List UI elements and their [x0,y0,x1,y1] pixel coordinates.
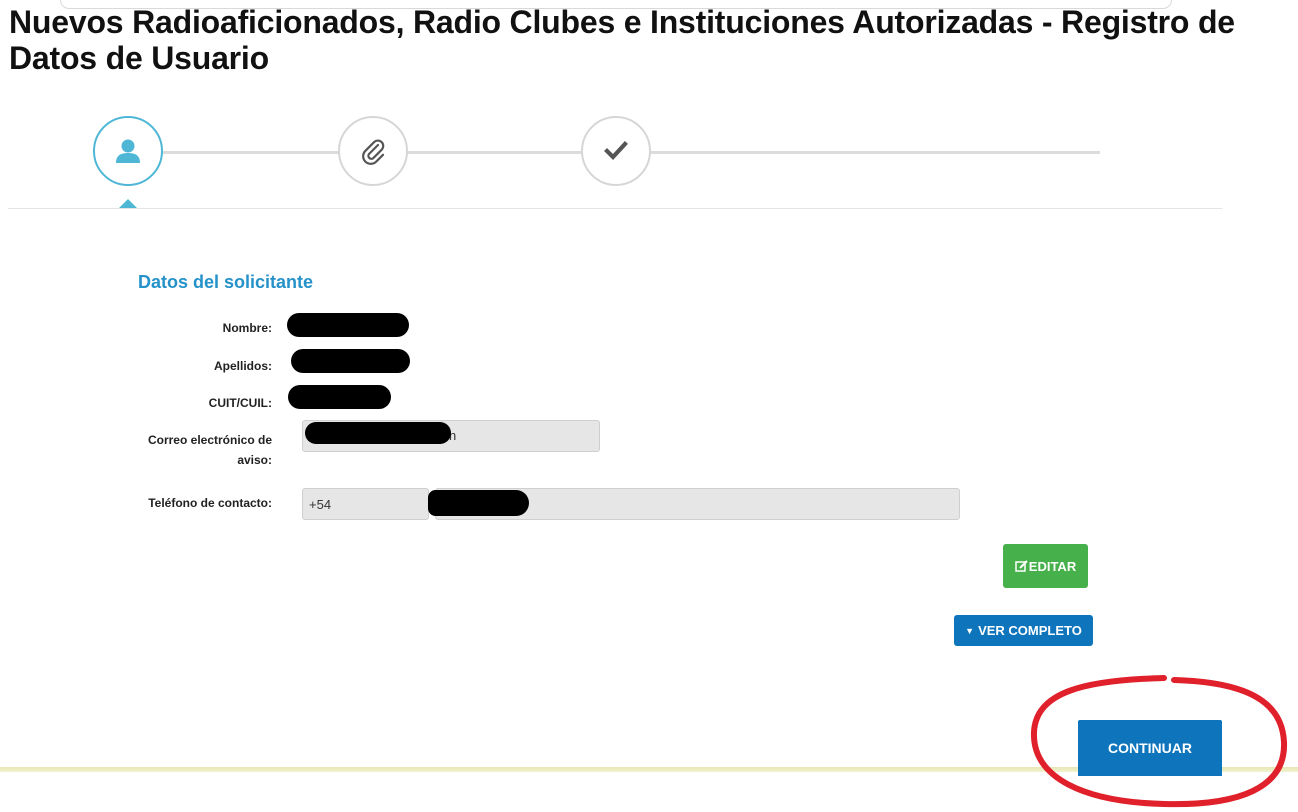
continue-button[interactable]: CONTINUAR [1078,720,1222,776]
page-title: Nuevos Radioaficionados, Radio Clubes e … [9,4,1235,76]
redacted-cuit [288,385,391,409]
label-cuit: CUIT/CUIL: [208,396,272,410]
step-user[interactable] [93,116,163,186]
steps-divider [8,208,1222,209]
label-correo-line2: aviso: [237,453,272,467]
view-full-button[interactable]: ▼ VER COMPLETO [954,615,1093,646]
edit-icon [1015,559,1028,572]
redacted-phone [428,490,529,516]
check-icon [604,141,628,161]
redacted-nombre [287,313,409,337]
redacted-apellidos [291,349,410,373]
label-correo-line1: Correo electrónico de [147,433,272,447]
phone-prefix-field[interactable] [302,488,429,520]
step-confirm[interactable] [581,116,651,186]
paperclip-icon [362,139,385,165]
label-telefono: Teléfono de contacto: [148,496,272,510]
section-title: Datos del solicitante [138,272,314,292]
step-attachments[interactable] [338,116,408,186]
edit-button[interactable]: EDITAR [1003,544,1088,588]
redacted-email [305,422,451,444]
caret-down-icon: ▼ [965,625,975,636]
label-nombre: Nombre: [222,321,272,335]
view-full-button-label: VER COMPLETO [978,623,1082,638]
label-correo: Correo electrónico de aviso: [120,430,272,470]
user-icon [116,139,140,163]
label-apellidos: Apellidos: [213,359,272,373]
continue-button-label: CONTINUAR [1108,740,1192,756]
edit-button-label: EDITAR [1028,558,1077,574]
